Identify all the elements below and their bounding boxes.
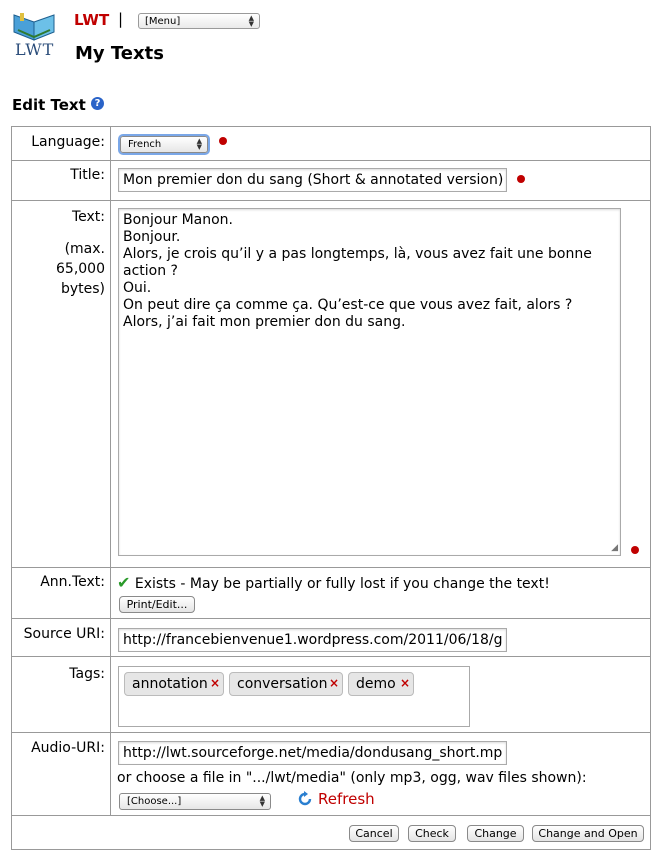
tag-label: annotation <box>132 676 208 692</box>
source-uri-label: Source URI: <box>12 619 111 656</box>
select-arrows-icon: ▲ ▼ <box>248 14 254 28</box>
language-cell: French ▲ ▼ <box>111 127 650 160</box>
language-select-value: French <box>128 139 162 150</box>
language-row: Language: French ▲ ▼ <box>12 127 650 161</box>
required-icon <box>219 137 227 145</box>
tags-label: Tags: <box>12 657 111 732</box>
title-row: Title: Mon premier don du sang (Short & … <box>12 161 650 201</box>
change-and-open-button[interactable]: Change and Open <box>532 825 644 842</box>
text-line: action ? <box>123 263 178 279</box>
page-title: My Texts <box>75 43 164 64</box>
remove-tag-icon[interactable]: × <box>400 672 410 694</box>
text-line: Bonjour. <box>123 229 181 245</box>
tags-row: Tags: annotation × conversation × demo × <box>12 657 650 733</box>
choose-file-text: or choose a file in ".../lwt/media" (onl… <box>117 770 587 786</box>
source-uri-cell: http://francebienvenue1.wordpress.com/20… <box>111 619 650 656</box>
menu-select[interactable]: [Menu] ▲ ▼ <box>138 13 260 29</box>
cancel-button[interactable]: Cancel <box>349 825 399 842</box>
section-title: Edit Text <box>12 96 86 114</box>
title-label: Title: <box>12 161 111 200</box>
text-line: Bonjour Manon. <box>123 212 233 228</box>
tag-chip[interactable]: annotation × <box>124 672 224 696</box>
logo-text: LWT <box>15 40 55 59</box>
audio-uri-input[interactable]: http://lwt.sourceforge.net/media/dondusa… <box>118 741 507 765</box>
checkmark-icon: ✔ <box>117 573 131 592</box>
tag-label: demo <box>356 676 396 692</box>
refresh-icon[interactable] <box>297 791 313 807</box>
title-cell: Mon premier don du sang (Short & annotat… <box>111 161 650 200</box>
title-input[interactable]: Mon premier don du sang (Short & annotat… <box>118 168 507 192</box>
choose-file-select-value: [Choose...] <box>127 796 182 807</box>
source-uri-input[interactable]: http://francebienvenue1.wordpress.com/20… <box>118 628 507 652</box>
tags-cell: annotation × conversation × demo × <box>111 657 650 732</box>
text-cell: Bonjour Manon. Bonjour. Alors, je crois … <box>111 201 650 567</box>
app-home-link[interactable]: LWT <box>74 11 109 29</box>
tag-chip[interactable]: conversation × <box>229 672 343 696</box>
header-separator: | <box>118 10 124 28</box>
text-line: Oui. <box>123 280 152 296</box>
text-line: Alors, je crois qu’il y a pas longtemps,… <box>123 246 592 262</box>
audio-uri-cell: http://lwt.sourceforge.net/media/dondusa… <box>111 733 650 815</box>
text-label-cell: Text: (max. 65,000 bytes) <box>12 201 111 567</box>
ann-text-cell: ✔ Exists - May be partially or fully los… <box>111 568 650 618</box>
language-select[interactable]: French ▲ ▼ <box>120 136 208 153</box>
ann-text-row: Ann.Text: ✔ Exists - May be partially or… <box>12 568 650 619</box>
check-button[interactable]: Check <box>408 825 456 842</box>
required-icon <box>631 546 639 554</box>
remove-tag-icon[interactable]: × <box>210 672 220 694</box>
refresh-link[interactable]: Refresh <box>318 790 375 808</box>
ann-text-status-text: Exists - May be partially or fully lost … <box>134 576 550 592</box>
audio-uri-row: Audio-URI: http://lwt.sourceforge.net/me… <box>12 733 650 816</box>
change-button[interactable]: Change <box>467 825 524 842</box>
buttons-row: Cancel Check Change Change and Open <box>12 816 650 849</box>
text-line: Alors, j’ai fait mon premier don du sang… <box>123 314 406 330</box>
required-icon <box>517 175 525 183</box>
ann-text-status: ✔ Exists - May be partially or fully los… <box>117 573 550 592</box>
source-uri-row: Source URI: http://francebienvenue1.word… <box>12 619 650 657</box>
text-line: On peut dire ça comme ça. Qu’est-ce que … <box>123 297 573 313</box>
help-icon[interactable]: ? <box>91 97 104 110</box>
text-label: Text: <box>71 209 105 225</box>
resize-grip-icon[interactable]: ◢ <box>611 544 618 553</box>
audio-uri-label: Audio-URI: <box>12 733 111 815</box>
text-size-note: (max. 65,000 bytes) <box>56 241 105 297</box>
ann-text-label: Ann.Text: <box>12 568 111 618</box>
menu-select-value: [Menu] <box>145 16 181 27</box>
tags-input[interactable]: annotation × conversation × demo × <box>118 666 470 727</box>
remove-tag-icon[interactable]: × <box>329 672 339 694</box>
print-edit-button[interactable]: Print/Edit... <box>119 596 195 613</box>
edit-text-form: Language: French ▲ ▼ Title: Mon premier d… <box>11 126 651 850</box>
choose-file-select[interactable]: [Choose...] ▲ ▼ <box>119 793 271 810</box>
language-label: Language: <box>12 127 111 160</box>
tag-chip[interactable]: demo × <box>348 672 414 696</box>
text-row: Text: (max. 65,000 bytes) Bonjour Manon.… <box>12 201 650 568</box>
select-arrows-icon: ▲ ▼ <box>196 137 202 151</box>
tag-label: conversation <box>237 676 328 692</box>
text-textarea[interactable]: Bonjour Manon. Bonjour. Alors, je crois … <box>118 208 621 556</box>
select-arrows-icon: ▲ ▼ <box>259 794 265 808</box>
